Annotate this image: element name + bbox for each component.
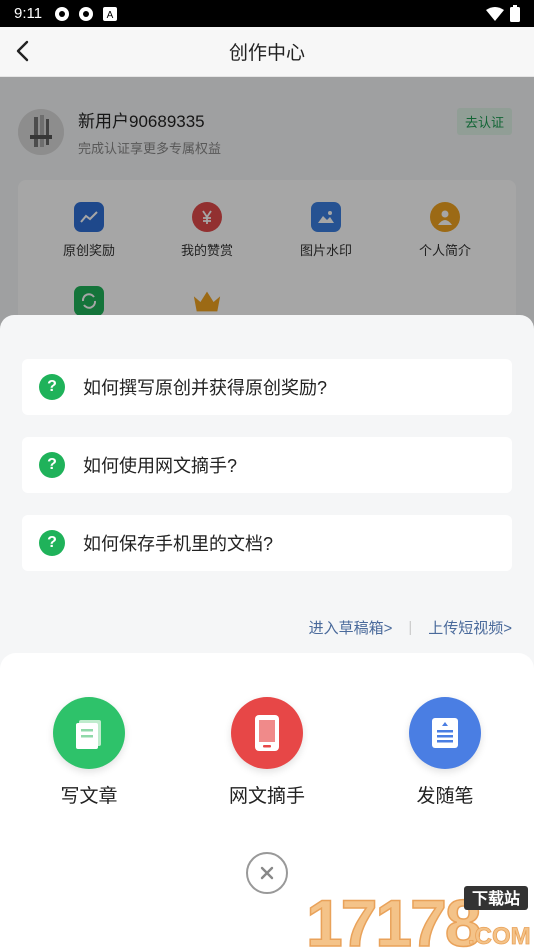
upload-video-link[interactable]: 上传短视频>	[428, 617, 512, 638]
post-note-button[interactable]: 发随笔	[385, 697, 505, 808]
wifi-icon	[486, 6, 504, 21]
faq-item[interactable]: ? 如何撰写原创并获得原创奖励?	[22, 359, 512, 415]
watermark-number: 17178	[306, 886, 480, 950]
battery-icon	[510, 5, 520, 22]
link-separator: |	[408, 619, 413, 636]
phone-icon	[231, 697, 303, 769]
action-label: 发随笔	[416, 786, 474, 807]
watermark-domain: .COM	[468, 923, 530, 950]
faq-item[interactable]: ? 如何使用网文摘手?	[22, 437, 512, 493]
write-article-button[interactable]: 写文章	[29, 697, 149, 808]
header: 创作中心	[0, 27, 534, 77]
note-icon	[409, 697, 481, 769]
close-icon	[260, 866, 274, 880]
create-bottom-sheet: ? 如何撰写原创并获得原创奖励? ? 如何使用网文摘手? ? 如何保存手机里的文…	[0, 315, 534, 950]
quick-links: 进入草稿箱> | 上传短视频>	[309, 617, 512, 638]
question-icon: ?	[39, 530, 65, 556]
question-icon: ?	[39, 374, 65, 400]
web-clipper-button[interactable]: 网文摘手	[207, 697, 327, 808]
back-arrow-icon[interactable]	[12, 39, 36, 63]
faq-item[interactable]: ? 如何保存手机里的文档?	[22, 515, 512, 571]
status-bar: 9:11 A	[0, 0, 534, 27]
close-button[interactable]	[246, 852, 288, 894]
action-label: 写文章	[60, 786, 118, 807]
app-notification-icon	[55, 6, 70, 21]
faq-text: 如何保存手机里的文档?	[83, 534, 274, 554]
page-title: 创作中心	[228, 43, 305, 64]
watermark-tag: 下载站	[472, 889, 520, 908]
app-notification-icon	[79, 6, 94, 21]
document-icon	[53, 697, 125, 769]
text-notification-icon: A	[103, 6, 118, 21]
question-icon: ?	[39, 452, 65, 478]
status-time: 9:11	[14, 5, 43, 22]
faq-text: 如何使用网文摘手?	[83, 456, 238, 476]
site-watermark-logo: 17178 下载站 .COM	[305, 885, 530, 950]
drafts-link[interactable]: 进入草稿箱>	[309, 617, 393, 638]
faq-text: 如何撰写原创并获得原创奖励?	[83, 378, 328, 398]
svg-text:A: A	[107, 10, 114, 21]
action-label: 网文摘手	[228, 786, 305, 807]
